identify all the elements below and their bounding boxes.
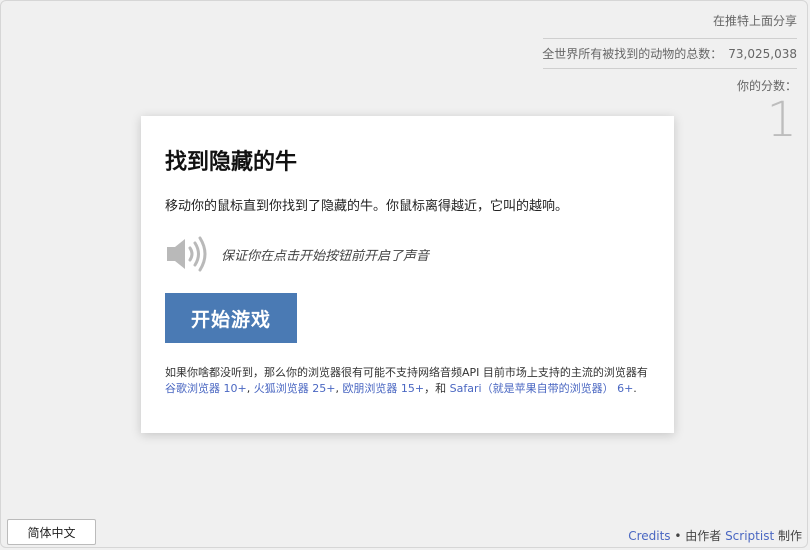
credits: Credits • 由作者 Scriptist 制作 [628,527,802,544]
chrome-link[interactable]: 谷歌浏览器 10+ [165,382,247,395]
speaker-icon [167,236,207,272]
author-link[interactable]: Scriptist [725,529,774,543]
separator: ，和 [424,382,450,395]
credits-end: 制作 [774,529,802,543]
score-label: 你的分数： [736,79,797,93]
safari-link[interactable]: Safari（就是苹果自带的浏览器） 6+ [450,382,634,395]
language-button[interactable]: 简体中文 [7,519,96,545]
period: . [633,382,637,395]
divider [543,38,797,39]
separator: , [246,382,254,395]
opera-link[interactable]: 欧朋浏览器 15+ [342,382,424,395]
sound-note: 保证你在点击开始按钮前开启了声音 [221,248,430,264]
credits-link[interactable]: Credits [628,529,670,543]
twitter-share-link[interactable]: 在推特上面分享 [713,12,797,29]
browser-note-intro: 如果你啥都没听到，那么你的浏览器很有可能不支持网络音频API 目前市场上支持的主… [165,366,648,379]
card-title: 找到隐藏的牛 [165,150,298,175]
total-found-value: 73,025,038 [728,47,797,61]
game-card: 找到隐藏的牛 移动你的鼠标直到你找到了隐藏的牛。你鼠标离得越近，它叫的越响。 保… [141,116,674,433]
total-found: 全世界所有被找到的动物的总数： 73,025,038 [542,45,797,62]
total-found-label: 全世界所有被找到的动物的总数： [542,47,723,61]
credits-mid: • 由作者 [670,529,726,543]
sound-reminder: 保证你在点击开始按钮前开启了声音 [165,234,650,274]
firefox-link[interactable]: 火狐浏览器 25+ [254,382,336,395]
divider [543,68,797,69]
start-game-button[interactable]: 开始游戏 [165,293,297,343]
instruction-text: 移动你的鼠标直到你找到了隐藏的牛。你鼠标离得越近，它叫的越响。 [165,199,569,214]
browser-support-note: 如果你啥都没听到，那么你的浏览器很有可能不支持网络音频API 目前市场上支持的主… [165,365,649,397]
